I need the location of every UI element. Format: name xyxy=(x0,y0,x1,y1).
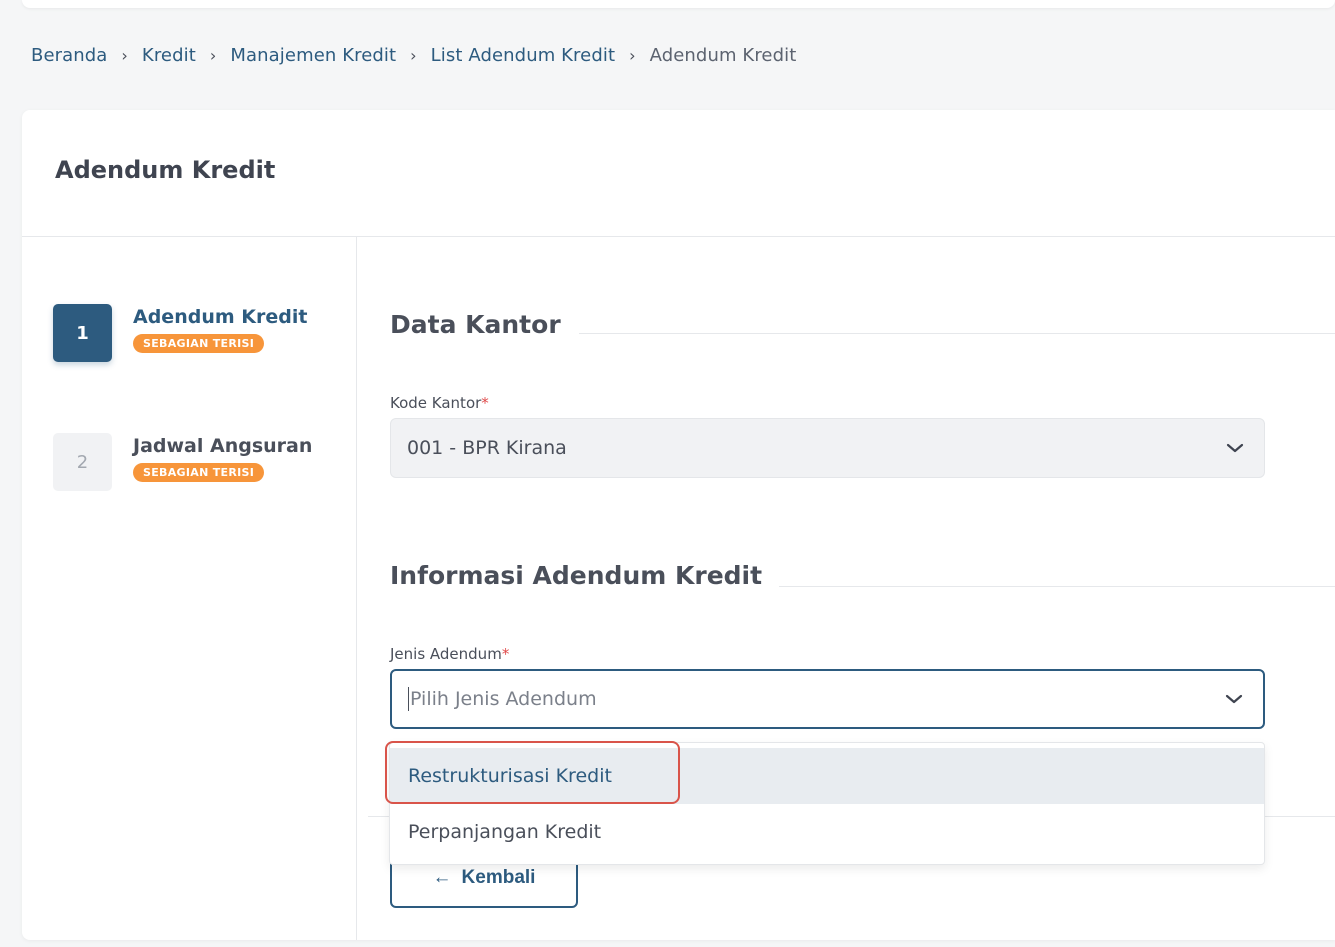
section-divider xyxy=(779,586,1335,587)
breadcrumb-manajemen-kredit[interactable]: Manajemen Kredit xyxy=(230,45,396,66)
kode-kantor-label-text: Kode Kantor xyxy=(390,394,482,412)
chevron-down-icon xyxy=(1226,443,1244,453)
step-number: 2 xyxy=(53,433,112,491)
kode-kantor-value: 001 - BPR Kirana xyxy=(407,437,567,459)
jenis-adendum-placeholder: Pilih Jenis Adendum xyxy=(410,688,597,710)
arrow-left-icon: ← xyxy=(432,867,452,888)
sidebar-divider xyxy=(356,237,357,940)
section-divider xyxy=(579,333,1335,334)
step-number: 1 xyxy=(53,304,112,362)
back-button-label: Kembali xyxy=(461,867,536,888)
page-title: Adendum Kredit xyxy=(55,156,276,184)
jenis-adendum-dropdown: Restrukturisasi Kredit Perpanjangan Kred… xyxy=(389,742,1265,865)
breadcrumb-separator: › xyxy=(410,45,417,65)
section-title-data-kantor: Data Kantor xyxy=(390,310,561,339)
breadcrumb-kredit[interactable]: Kredit xyxy=(142,45,196,66)
status-badge: SEBAGIAN TERISI xyxy=(133,334,265,353)
text-cursor xyxy=(408,687,409,711)
option-perpanjangan-kredit[interactable]: Perpanjangan Kredit xyxy=(390,804,1264,860)
status-badge: SEBAGIAN TERISI xyxy=(133,463,265,482)
required-mark: * xyxy=(501,645,510,663)
breadcrumb-list-adendum-kredit[interactable]: List Adendum Kredit xyxy=(431,45,615,66)
breadcrumb-current: Adendum Kredit xyxy=(649,44,797,66)
step-jadwal-angsuran[interactable]: 2 Jadwal Angsuran SEBAGIAN TERISI xyxy=(53,433,312,491)
option-restrukturisasi-kredit[interactable]: Restrukturisasi Kredit xyxy=(390,748,1264,804)
section-title-informasi-adendum: Informasi Adendum Kredit xyxy=(390,561,763,590)
header-divider xyxy=(22,236,1335,237)
jenis-adendum-label-text: Jenis Adendum xyxy=(390,645,502,663)
kode-kantor-label: Kode Kantor* xyxy=(390,394,489,412)
step-label: Jadwal Angsuran xyxy=(133,435,313,457)
required-mark: * xyxy=(481,394,489,412)
breadcrumb: Beranda › Kredit › Manajemen Kredit › Li… xyxy=(31,42,796,68)
breadcrumb-separator: › xyxy=(121,45,128,65)
breadcrumb-separator: › xyxy=(209,45,217,65)
kode-kantor-select: 001 - BPR Kirana xyxy=(390,418,1265,478)
jenis-adendum-select[interactable]: Pilih Jenis Adendum xyxy=(390,669,1265,729)
jenis-adendum-label: Jenis Adendum* xyxy=(390,645,509,663)
top-bar xyxy=(22,0,1335,8)
step-label: Adendum Kredit xyxy=(133,306,308,328)
breadcrumb-beranda[interactable]: Beranda xyxy=(31,45,107,66)
breadcrumb-separator: › xyxy=(629,45,636,65)
step-adendum-kredit[interactable]: 1 Adendum Kredit SEBAGIAN TERISI xyxy=(53,304,307,362)
chevron-down-icon[interactable] xyxy=(1225,693,1243,705)
